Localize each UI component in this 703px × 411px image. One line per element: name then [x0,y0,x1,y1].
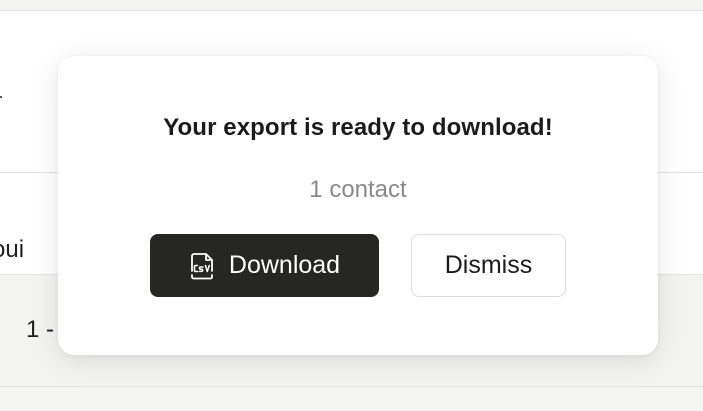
download-button-label: Download [228,251,341,279]
export-page: oui 1 - Your export is ready to download… [0,0,703,411]
dismiss-button[interactable]: Dismiss [411,234,566,297]
top-bar [0,0,703,11]
table-footer [0,387,703,411]
csv-file-icon [189,251,215,281]
contact-count: 1 contact [309,176,407,203]
modal-actions: Download Dismiss [150,234,566,297]
export-ready-modal: Your export is ready to download! 1 cont… [58,56,658,355]
dismiss-button-label: Dismiss [444,251,533,279]
panel-marker [0,96,2,98]
table-row-text: 1 - [26,316,55,343]
modal-title: Your export is ready to download! [163,114,553,141]
download-button[interactable]: Download [150,234,379,297]
table-header-label: oui [0,236,25,263]
